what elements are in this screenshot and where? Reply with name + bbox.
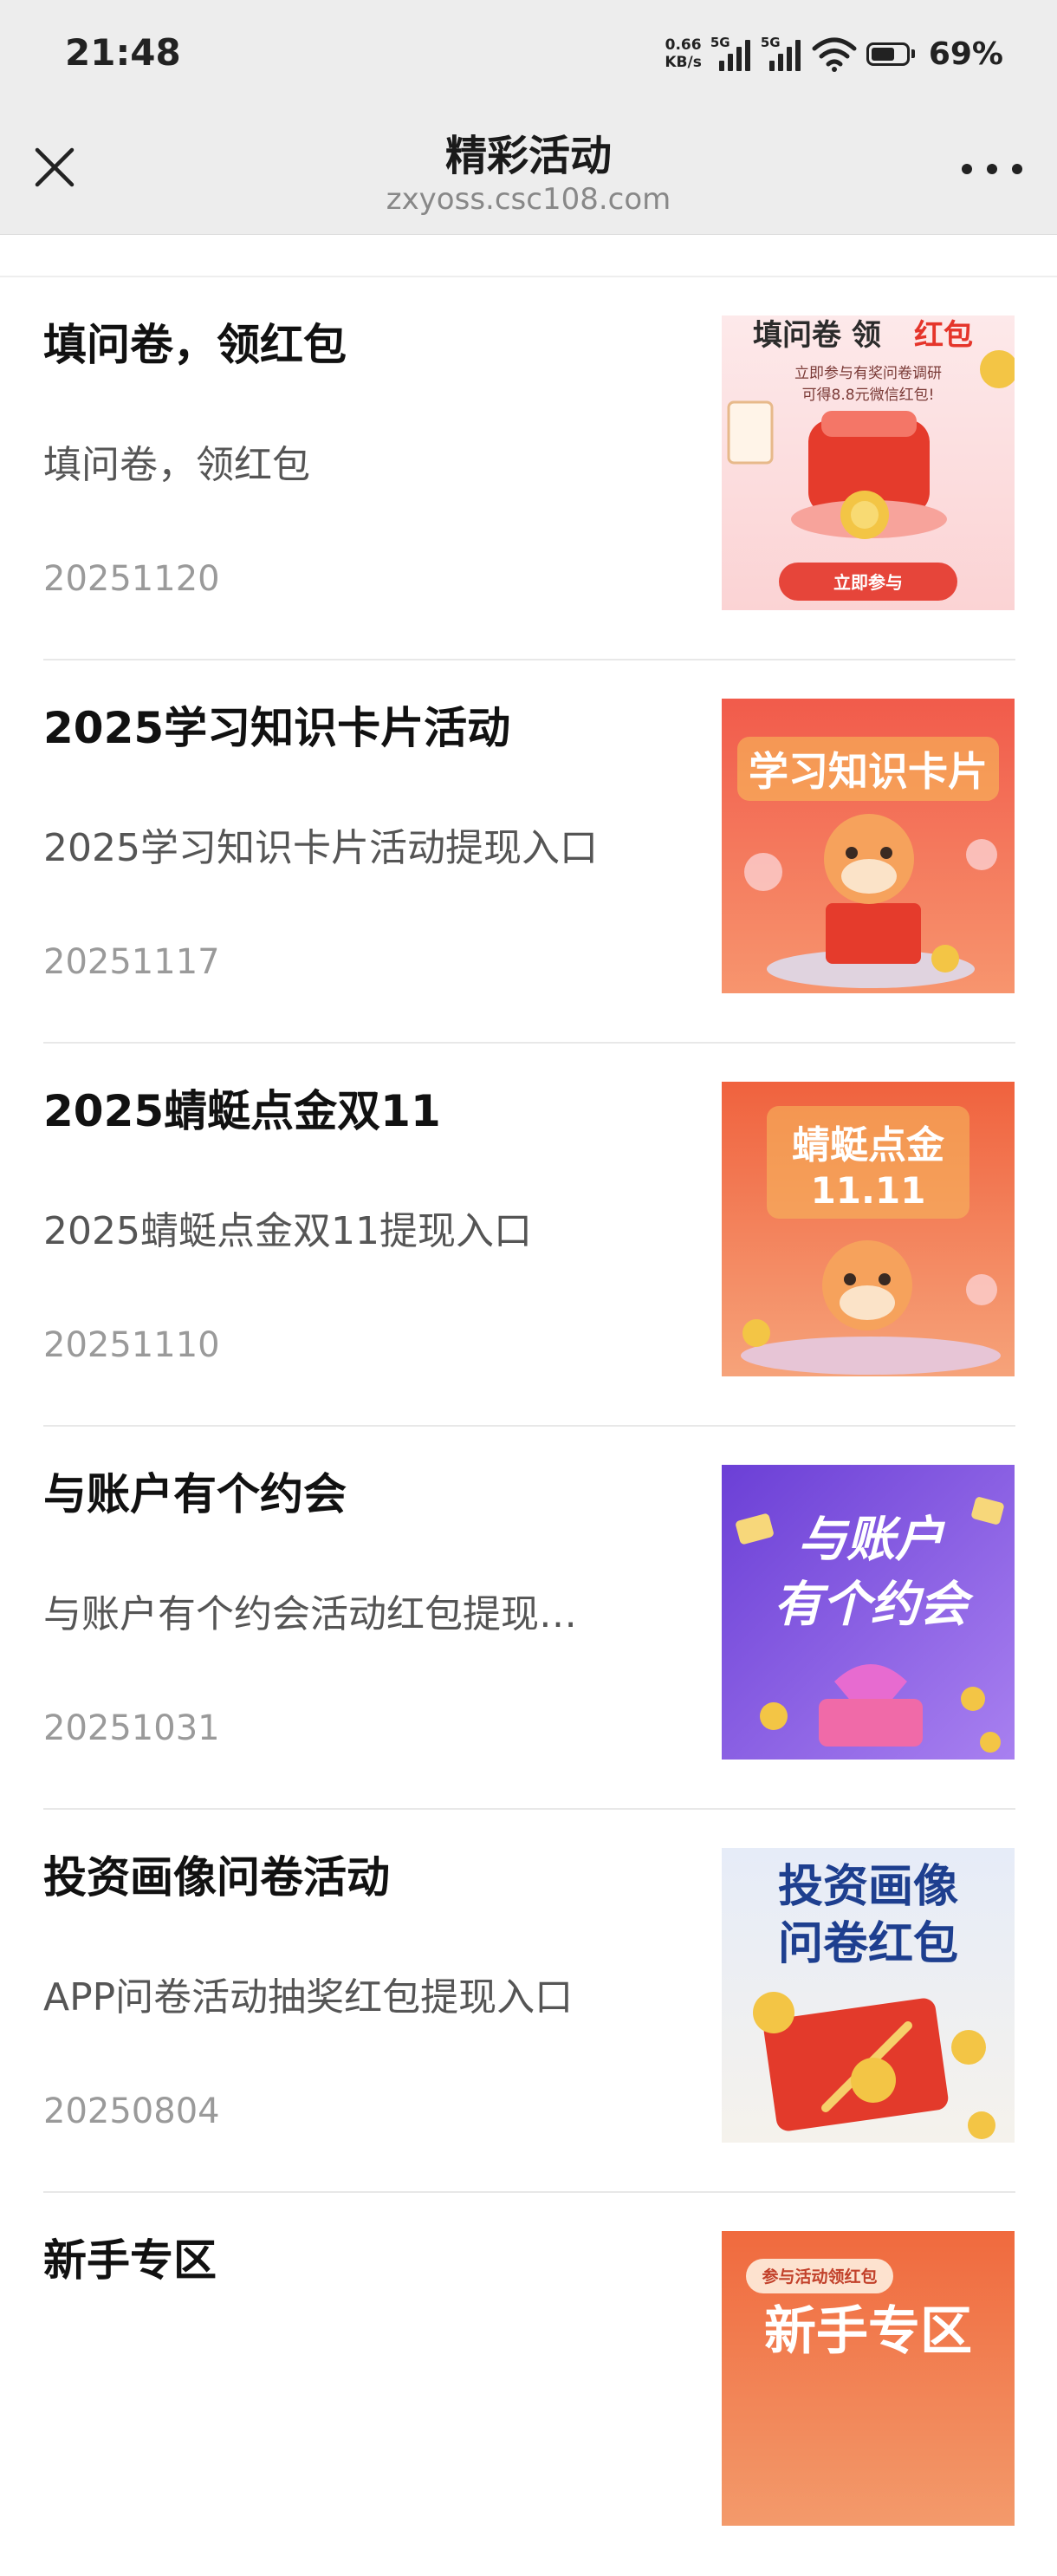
thumb-line: 立即参与有奖问卷调研 (794, 365, 942, 382)
thumb-headline: 蜻蜓点金 (792, 1123, 945, 1168)
article-list: 填问卷，领红包 填问卷，领红包 20251120 填问卷 领 红包 立即参与有奖… (0, 277, 1057, 2576)
top-bar: 21:48 0.66 KB/s 5G 5G 69% 精彩活动 zxyoss.cs… (0, 0, 1057, 235)
thumb-headline: 投资画像 (778, 1861, 958, 1913)
article-thumbnail: 投资画像 问卷红包 (722, 1848, 1015, 2143)
status-time: 21:48 (65, 31, 181, 74)
thumb-headline: 问卷红包 (778, 1918, 958, 1970)
thumb-headline: 学习知识卡片 (749, 748, 988, 795)
article-thumbnail: 参与活动领红包 新手专区 (722, 2231, 1015, 2526)
article-date: 20251120 (43, 559, 220, 599)
article-date: 20251110 (43, 1325, 220, 1365)
article-thumbnail: 填问卷 领 红包 立即参与有奖问卷调研 可得8.8元微信红包! 立即参与 (722, 315, 1015, 610)
signal-label: 5G (710, 35, 730, 50)
page-url: zxyoss.csc108.com (386, 182, 671, 217)
signal-icon: 5G (761, 35, 802, 73)
article-thumbnail: 蜻蜓点金 11.11 (722, 1082, 1015, 1376)
article-date: 20250804 (43, 2091, 220, 2131)
article-date: 20251117 (43, 942, 220, 982)
thumb-headline: 填问卷 领 (753, 318, 881, 353)
more-dot-icon (987, 164, 997, 174)
signal-icon: 5G (710, 35, 752, 73)
article-title: 与账户有个约会 (43, 1469, 347, 1519)
article-title: 投资画像问卷活动 (43, 1852, 390, 1903)
wifi-icon (812, 37, 857, 72)
net-speed-unit: KB/s (665, 54, 702, 71)
page-title: 精彩活动 (444, 132, 612, 180)
battery-icon (866, 42, 915, 66)
more-dot-icon (962, 164, 972, 174)
thumb-subheadline: 11.11 (811, 1169, 926, 1212)
list-item[interactable]: 投资画像问卷活动 APP问卷活动抽奖红包提现入口 20250804 投资画像 问… (0, 1810, 1057, 2193)
article-description: 2025学习知识卡片活动提现入口 (43, 826, 598, 870)
net-speed-value: 0.66 (665, 36, 702, 54)
more-dot-icon (1012, 164, 1022, 174)
article-description: 与账户有个约会活动红包提现… (43, 1592, 577, 1636)
thumb-headline: 有个约会 (774, 1577, 974, 1633)
article-thumbnail: 与账户 有个约会 (722, 1465, 1015, 1760)
thumb-line: 可得8.8元微信红包! (802, 387, 935, 404)
article-description: 填问卷，领红包 (43, 443, 310, 487)
article-title: 新手专区 (43, 2235, 217, 2286)
thumb-headline: 与账户 (798, 1512, 946, 1568)
article-title: 填问卷，领红包 (43, 320, 347, 370)
thumb-headline-red: 红包 (914, 318, 973, 353)
thumb-pill-label: 参与活动领红包 (762, 2267, 877, 2287)
article-description: 2025蜻蜓点金双11提现入口 (43, 1209, 532, 1253)
status-icons: 0.66 KB/s 5G 5G 69% (665, 29, 1003, 78)
signal-label: 5G (760, 35, 781, 50)
article-title: 2025蜻蜓点金双11 (43, 1086, 441, 1136)
list-item[interactable]: 2025蜻蜓点金双11 2025蜻蜓点金双11提现入口 20251110 蜻蜓点… (0, 1044, 1057, 1427)
list-item[interactable]: 2025学习知识卡片活动 2025学习知识卡片活动提现入口 20251117 学… (0, 660, 1057, 1044)
battery-percent: 69% (928, 36, 1003, 72)
article-date: 20251031 (43, 1708, 220, 1748)
list-item[interactable]: 与账户有个约会 与账户有个约会活动红包提现… 20251031 与账户 有个约会 (0, 1427, 1057, 1810)
list-item[interactable]: 新手专区 参与活动领红包 新手专区 (0, 2193, 1057, 2576)
article-title: 2025学习知识卡片活动 (43, 703, 511, 753)
list-item[interactable]: 填问卷，领红包 填问卷，领红包 20251120 填问卷 领 红包 立即参与有奖… (0, 277, 1057, 660)
article-description: APP问卷活动抽奖红包提现入口 (43, 1975, 574, 2020)
thumb-button-label: 立即参与 (833, 572, 903, 593)
article-thumbnail: 学习知识卡片 (722, 699, 1015, 993)
thumb-headline: 新手专区 (764, 2301, 972, 2362)
more-options-button[interactable] (962, 152, 1022, 186)
net-speed: 0.66 KB/s (665, 36, 701, 71)
